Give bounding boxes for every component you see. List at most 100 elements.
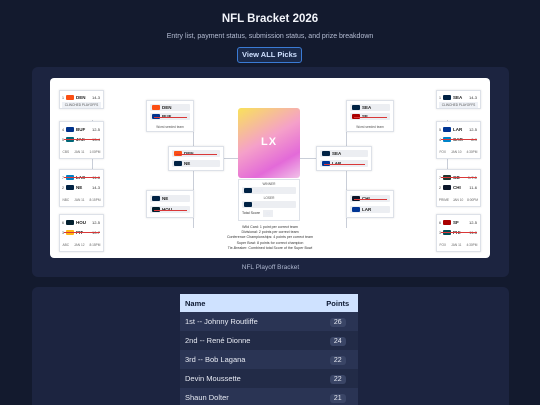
strikethrough xyxy=(64,139,100,140)
strikethrough xyxy=(354,199,387,200)
column-header-name[interactable]: Name xyxy=(180,294,318,312)
game-time: 8:15PM xyxy=(89,198,101,202)
game-time: 1:00PM xyxy=(89,150,101,154)
nfc-conference-game[interactable]: SEA LAR xyxy=(316,146,372,171)
clinched-label: CLINCHED PLAYOFFS xyxy=(62,102,101,108)
strikethrough xyxy=(354,117,387,118)
team-logo-icon xyxy=(443,219,451,225)
team-abbr: DEN xyxy=(162,105,172,110)
team-logo-icon xyxy=(443,126,451,132)
network: PRIME xyxy=(438,198,450,202)
table-row[interactable]: 3rd -- Bob Lagana 22 xyxy=(180,350,358,369)
game-date: JAN 12 xyxy=(74,243,85,247)
bracket-image: 1 DEN 14-3 CLINCHED PLAYOFFS 4BUF12-5 5J… xyxy=(50,78,490,258)
team-abbr: BUF xyxy=(76,126,86,132)
team-abbr: DEN xyxy=(76,94,86,100)
team-logo-icon xyxy=(244,188,252,193)
game-time: 4:30PM xyxy=(466,150,478,154)
scoring-rules: Wild Card: 1 point per correct team Divi… xyxy=(200,225,340,251)
nfc-divisional-game[interactable]: CHI LAR xyxy=(346,190,394,218)
team-abbr: SF xyxy=(453,219,459,225)
afc-wildcard-game[interactable]: 6HOU12-5 3PIT10-7 ABCJAN 128:15PM xyxy=(59,214,104,252)
afc-conference-game[interactable]: DEN NE xyxy=(168,146,224,171)
game-time: 8:00PM xyxy=(467,198,479,202)
standings-table: Name Points 1st -- Johnny Routliffe 26 2… xyxy=(180,294,358,405)
nfc-wildcard-game[interactable]: 6SF12-5 3PHI11-6 FOXJAN 114:30PM xyxy=(436,214,481,252)
loser-label: LOSER xyxy=(263,196,275,200)
nfc-wildcard-game[interactable]: 7GB9-7-1 2CHI11-6 PRIMEJAN 108:00PM xyxy=(436,169,481,207)
team-record: 14-3 xyxy=(91,184,100,190)
afc-divisional-game[interactable]: NE HOU xyxy=(146,190,194,218)
team-abbr: SEA xyxy=(332,151,342,156)
winner-abbr: SEA xyxy=(254,188,264,193)
nfc-wildcard-game[interactable]: 5LAR12-5 4CAR8-9 FOXJAN 104:30PM xyxy=(436,121,481,159)
points-badge: 24 xyxy=(329,336,346,346)
team-record: 12-5 xyxy=(468,126,477,132)
table-row[interactable]: 1st -- Johnny Routliffe 26 xyxy=(180,312,358,331)
points-badge: 22 xyxy=(329,374,346,384)
strikethrough xyxy=(441,232,477,233)
team-abbr: NE xyxy=(184,161,191,166)
afc-wildcard-game[interactable]: 7LAC11-6 2NE14-3 NBCJAN 118:15PM xyxy=(59,169,104,207)
team-logo-icon xyxy=(443,184,451,190)
total-score-label: Total Score xyxy=(242,211,260,215)
table-row[interactable]: Shaun Dolter 21 xyxy=(180,388,358,405)
nfc-seed1-card[interactable]: 1 SEA 14-3 CLINCHED PLAYOFFS xyxy=(436,90,481,109)
team-logo-icon xyxy=(66,184,74,190)
bye-note: Worst seeded team xyxy=(156,125,184,129)
game-date: JAN 11 xyxy=(74,198,85,202)
team-logo-icon xyxy=(244,202,252,207)
team-logo-icon xyxy=(322,151,330,156)
network: CBS xyxy=(62,150,70,154)
bye-note: Worst seeded team xyxy=(356,125,384,129)
network: ABC xyxy=(62,243,70,247)
team-abbr: NE xyxy=(162,196,169,201)
team-abbr: CHI xyxy=(453,184,461,190)
team-abbr: LAR xyxy=(453,126,463,132)
team-record: 12-5 xyxy=(91,219,100,225)
game-date: JAN 11 xyxy=(74,150,85,154)
team-abbr: SEA xyxy=(453,94,463,100)
view-all-picks-button[interactable]: View ALL Picks xyxy=(237,47,302,63)
team-abbr: SEA xyxy=(362,105,372,110)
points-badge: 22 xyxy=(329,355,346,365)
entry-name: Shaun Dolter xyxy=(180,388,318,405)
nfc-divisional-game[interactable]: SEA SF Worst seeded team xyxy=(346,100,394,132)
game-date: JAN 10 xyxy=(452,198,464,202)
strikethrough xyxy=(64,177,100,178)
table-row[interactable]: Devin Moussette 22 xyxy=(180,369,358,388)
connector-line xyxy=(224,158,238,159)
team-record: 12-5 xyxy=(91,126,100,132)
super-bowl-card[interactable]: WINNER SEA LOSER NE Total Score 42 xyxy=(238,179,300,221)
winner-label: WINNER xyxy=(262,182,276,186)
strikethrough xyxy=(176,154,217,155)
network: FOX xyxy=(439,243,447,247)
team-logo-icon xyxy=(352,105,360,110)
team-logo-icon xyxy=(174,161,182,166)
entry-name: 2nd -- René Dionne xyxy=(180,331,318,350)
team-record: 14-3 xyxy=(468,94,477,100)
strikethrough xyxy=(64,232,100,233)
super-bowl-logo-text: LX xyxy=(260,136,278,148)
strikethrough xyxy=(441,177,477,178)
points-badge: 26 xyxy=(329,317,346,327)
afc-seed1-card[interactable]: 1 DEN 14-3 CLINCHED PLAYOFFS xyxy=(59,90,104,109)
afc-wildcard-game[interactable]: 4BUF12-5 5JAX13-4 CBSJAN 111:00PM xyxy=(59,121,104,159)
strikethrough xyxy=(154,117,187,118)
team-logo-icon xyxy=(66,219,74,225)
team-record: 14-3 xyxy=(91,94,100,100)
game-date: JAN 11 xyxy=(451,243,462,247)
column-header-points[interactable]: Points xyxy=(317,294,358,312)
afc-divisional-game[interactable]: DEN BUF Worst seeded team xyxy=(146,100,194,132)
page-title: NFL Bracket 2026 xyxy=(221,13,319,25)
team-record: 12-5 xyxy=(468,219,477,225)
clinched-label: CLINCHED PLAYOFFS xyxy=(439,102,478,108)
total-score-value: 42 xyxy=(263,210,273,217)
game-date: JAN 10 xyxy=(451,150,462,154)
team-abbr: LAR xyxy=(362,207,372,212)
table-row[interactable]: 2nd -- René Dionne 24 xyxy=(180,331,358,350)
strikethrough xyxy=(154,210,187,211)
team-record: 11-6 xyxy=(469,184,477,190)
team-abbr: HOU xyxy=(76,219,86,225)
team-logo-icon xyxy=(152,196,160,201)
